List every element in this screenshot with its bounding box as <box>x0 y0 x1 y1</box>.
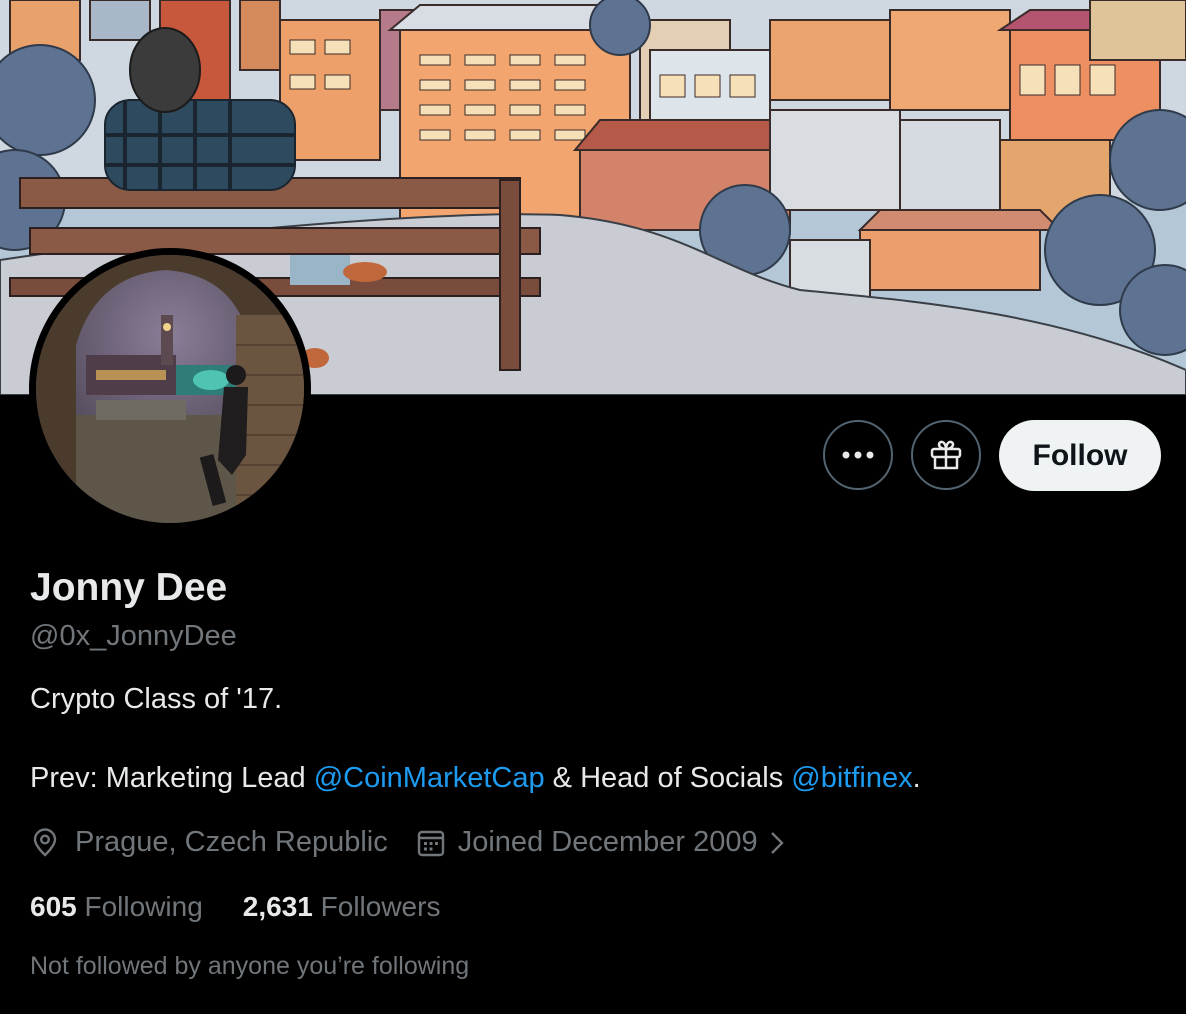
location-text: Prague, Czech Republic <box>75 826 388 858</box>
avatar-photo <box>36 255 304 523</box>
calendar-icon <box>417 830 444 856</box>
bio-line-2: Prev: Marketing Lead @CoinMarketCap & He… <box>30 762 921 795</box>
bio-line-1: Crypto Class of '17. <box>30 683 283 715</box>
display-name: Jonny Dee <box>30 566 228 609</box>
more-options-button[interactable] <box>823 420 893 490</box>
username-handle: @0x_JonnyDee <box>30 620 237 652</box>
gift-button[interactable] <box>911 420 981 490</box>
location-pin-icon <box>33 827 57 857</box>
joined-text: Joined December 2009 <box>457 826 758 858</box>
chevron-right-icon <box>770 831 784 854</box>
bio-prefix: Prev: Marketing Lead <box>30 762 314 794</box>
more-horizontal-icon <box>842 451 874 459</box>
mention-coinmarketcap-link[interactable]: @CoinMarketCap <box>314 762 545 794</box>
joined-date-item[interactable]: Joined December 2009 <box>416 826 788 859</box>
bio-middle: & Head of Socials <box>544 762 792 794</box>
follow-stats: 605 Following 2,631 Followers <box>30 891 440 923</box>
follow-button[interactable]: Follow <box>999 420 1161 491</box>
followers-count: 2,631 <box>242 891 313 922</box>
following-label: Following <box>84 891 203 922</box>
mention-bitfinex-link[interactable]: @bitfinex <box>791 762 912 794</box>
profile-avatar[interactable] <box>29 248 311 530</box>
bio-suffix: . <box>912 762 921 794</box>
gift-icon <box>930 440 962 470</box>
followers-stat[interactable]: 2,631 Followers <box>243 891 441 923</box>
followers-label: Followers <box>320 891 441 922</box>
not-followed-note: Not followed by anyone you’re following <box>30 952 470 980</box>
following-count: 605 <box>30 891 77 922</box>
following-stat[interactable]: 605 Following <box>30 891 203 923</box>
location-item: Prague, Czech Republic <box>30 826 388 859</box>
profile-meta: Prague, Czech Republic Joined December 2… <box>30 826 788 859</box>
